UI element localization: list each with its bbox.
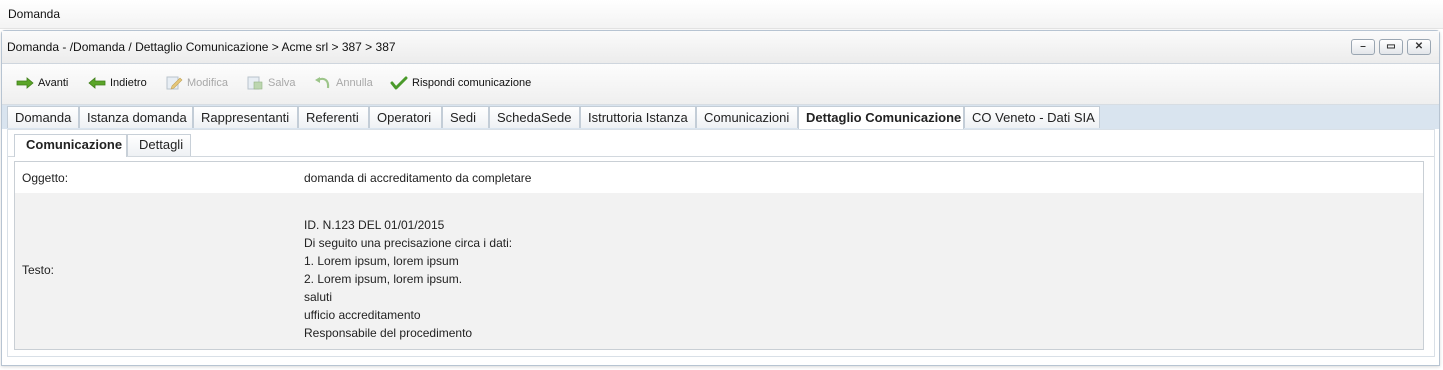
rispondi-comunicazione-button[interactable]: Rispondi comunicazione [390,76,531,90]
undo-icon [315,77,330,89]
sub-tab-strip: Comunicazione Dettagli [8,130,1434,157]
toolbar: Avanti Indietro Modifica Salva Annulla R… [2,64,1439,105]
indietro-button[interactable]: Indietro [88,76,147,90]
tab-domanda[interactable]: Domanda [7,106,79,128]
page-header: Domanda [0,0,1443,29]
modifica-button[interactable]: Modifica [165,76,228,90]
testo-line: ufficio accreditamento [304,308,421,322]
salva-button[interactable]: Salva [246,76,296,90]
detail-panel: Comunicazione Dettagli Oggetto: domanda … [7,129,1435,357]
testo-line: Di seguito una precisazione circa i dati… [304,236,513,250]
modifica-label: Modifica [187,77,228,89]
testo-line: 1. Lorem ipsum, lorem ipsum [304,254,459,268]
tab-schedasede[interactable]: SchedaSede [489,106,580,128]
checkmark-icon [390,76,408,90]
window-header: Domanda - /Domanda / Dettaglio Comunicaz… [2,31,1439,64]
tab-istruttoria-istanza[interactable]: Istruttoria Istanza [580,106,696,128]
tab-sedi[interactable]: Sedi [442,106,489,128]
avanti-label: Avanti [38,77,69,89]
testo-line: ID. N.123 DEL 01/01/2015 [304,218,445,232]
avanti-button[interactable]: Avanti [16,76,68,90]
comunicazione-detail: Oggetto: domanda di accreditamento da co… [14,161,1424,350]
oggetto-row: Oggetto: domanda di accreditamento da co… [15,162,1423,193]
arrow-left-icon [88,77,106,89]
testo-line: 2. Lorem ipsum, lorem ipsum. [304,272,463,286]
annulla-label: Annulla [336,77,373,89]
subtab-dettagli[interactable]: Dettagli [127,134,191,156]
oggetto-value: domanda di accreditamento da completare [304,171,532,185]
testo-value: ID. N.123 DEL 01/01/2015 Di seguito una … [304,216,512,342]
tab-co-veneto-dati-sia[interactable]: CO Veneto - Dati SIA [964,106,1100,128]
testo-line: Responsabile del procedimento [304,326,473,340]
save-icon [247,76,263,90]
edit-icon [166,76,183,90]
tab-comunicazioni[interactable]: Comunicazioni [696,106,798,128]
domanda-window: Domanda - /Domanda / Dettaglio Comunicaz… [1,30,1440,366]
tab-rappresentanti[interactable]: Rappresentanti [193,106,298,128]
maximize-button[interactable]: ▭ [1379,39,1403,55]
close-icon: ✕ [1414,41,1424,52]
salva-label: Salva [268,77,296,89]
indietro-label: Indietro [110,77,147,89]
main-tab-strip: Domanda Istanza domanda Rappresentanti R… [2,105,1439,129]
window-title: Domanda - /Domanda / Dettaglio Comunicaz… [7,40,396,54]
tab-istanza-domanda[interactable]: Istanza domanda [79,106,193,128]
close-button[interactable]: ✕ [1407,39,1431,55]
minimize-icon: – [1360,41,1366,52]
subtab-comunicazione[interactable]: Comunicazione [14,134,127,157]
minimize-button[interactable]: – [1351,39,1375,55]
tab-referenti[interactable]: Referenti [298,106,369,128]
oggetto-label: Oggetto: [22,171,69,185]
testo-row: Testo: ID. N.123 DEL 01/01/2015 Di segui… [15,193,1423,349]
maximize-icon: ▭ [1386,41,1396,52]
annulla-button[interactable]: Annulla [314,76,373,90]
tab-operatori[interactable]: Operatori [369,106,442,128]
testo-line: saluti [304,290,333,304]
testo-label: Testo: [22,263,55,277]
rispondi-label: Rispondi comunicazione [412,77,532,89]
tab-dettaglio-comunicazione[interactable]: Dettaglio Comunicazione [798,106,964,129]
window-controls: – ▭ ✕ [1351,39,1431,55]
page-title: Domanda [8,7,61,21]
arrow-right-icon [16,77,34,89]
